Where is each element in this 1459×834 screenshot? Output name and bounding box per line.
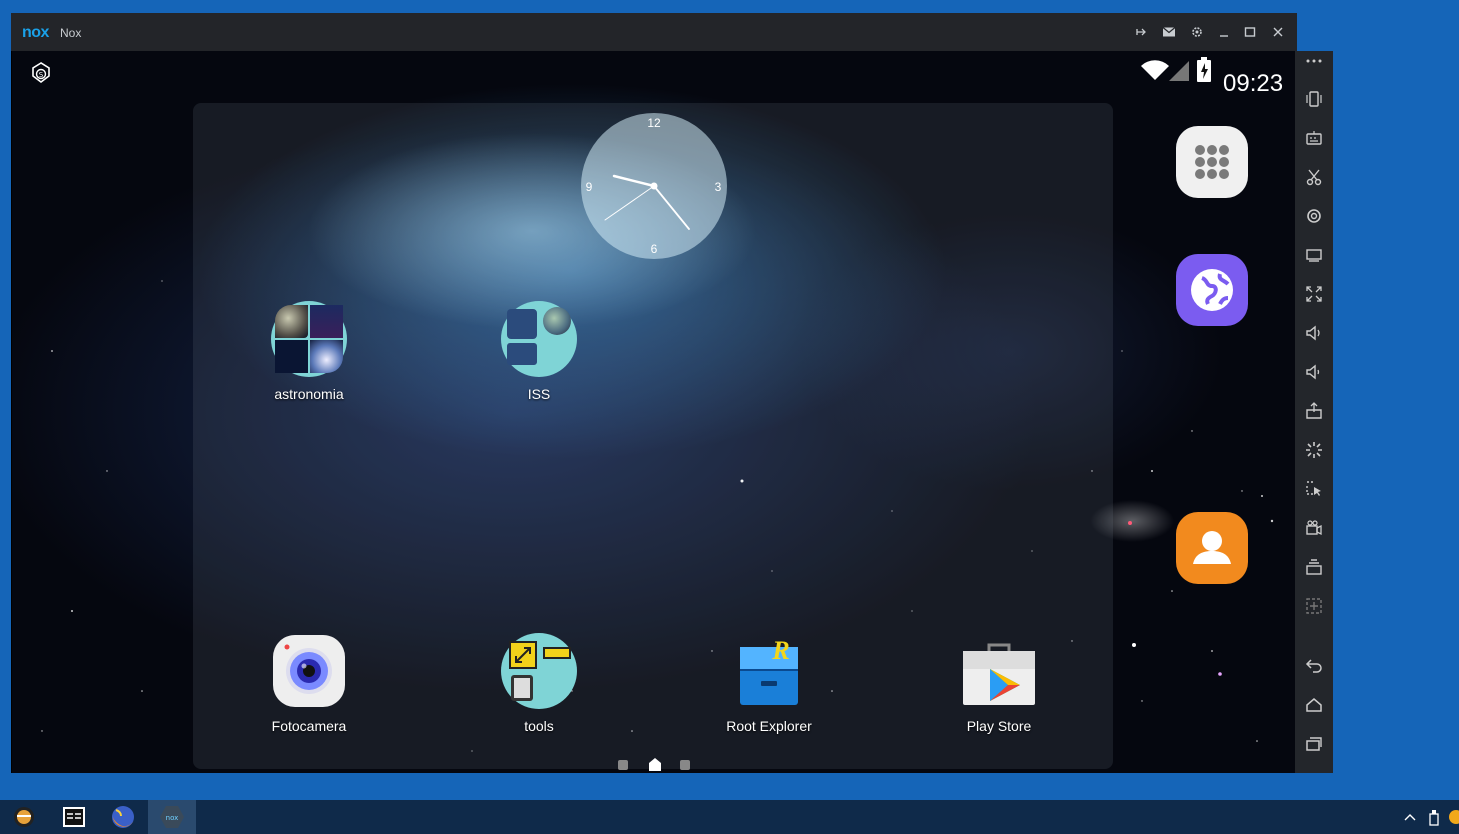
tools-folder-icon xyxy=(501,633,577,709)
app-play-store-label: Play Store xyxy=(966,718,1032,734)
app-astronomia[interactable]: astronomia xyxy=(234,301,384,402)
more-icon[interactable] xyxy=(1304,51,1324,71)
settings-icon[interactable] xyxy=(1187,22,1207,42)
shake-icon[interactable] xyxy=(1304,89,1324,109)
close-icon[interactable] xyxy=(1268,22,1288,42)
contacts-icon[interactable] xyxy=(1176,512,1248,584)
analog-clock-widget[interactable]: 12 3 6 9 xyxy=(581,113,727,259)
clock-3-label: 3 xyxy=(715,180,722,194)
app-root-explorer[interactable]: R Root Explorer xyxy=(694,633,844,734)
fullscreen-icon[interactable] xyxy=(1304,284,1324,304)
app-tools[interactable]: tools xyxy=(464,633,614,734)
minimize-icon[interactable] xyxy=(1214,22,1234,42)
app-astronomia-label: astronomia xyxy=(274,386,344,402)
signal-icon xyxy=(1167,59,1191,86)
record-icon[interactable] xyxy=(1304,518,1324,538)
home-page-indicator-icon[interactable] xyxy=(648,757,662,773)
shortcut-icon[interactable] xyxy=(1304,479,1324,499)
loading-icon[interactable] xyxy=(1304,440,1324,460)
svg-text:nox: nox xyxy=(166,814,179,822)
clock-9-label: 9 xyxy=(586,180,593,194)
apk-install-icon[interactable] xyxy=(1304,401,1324,421)
iss-folder-icon xyxy=(501,301,577,377)
recent-apps-icon[interactable] xyxy=(1304,734,1324,754)
android-screen[interactable]: S 09:23 12 3 6 9 astronomia ISS Fotocame… xyxy=(12,51,1296,773)
app-root-explorer-label: Root Explorer xyxy=(726,718,812,734)
astronomia-folder-icon xyxy=(271,301,347,377)
apps-grid-icon[interactable] xyxy=(1176,126,1248,198)
nox-icon[interactable]: nox xyxy=(148,800,196,834)
nox-shield-icon[interactable]: S xyxy=(30,61,52,90)
scissors-icon[interactable] xyxy=(1304,167,1324,187)
root-explorer-icon: R xyxy=(731,633,807,709)
back-icon[interactable] xyxy=(1304,656,1324,676)
mail-icon[interactable] xyxy=(1159,22,1179,42)
add-icon[interactable] xyxy=(1304,596,1324,616)
app-iss-label: ISS xyxy=(527,386,551,402)
maximize-icon[interactable] xyxy=(1240,22,1260,42)
svg-text:S: S xyxy=(39,71,44,79)
app-play-store[interactable]: Play Store xyxy=(924,633,1074,734)
keyboard-icon[interactable] xyxy=(1304,128,1324,148)
home-icon[interactable] xyxy=(1304,695,1324,715)
clock-12-label: 12 xyxy=(647,116,661,130)
firefox-icon[interactable] xyxy=(99,800,147,834)
screen-icon[interactable] xyxy=(1304,245,1324,265)
svg-text:R: R xyxy=(771,636,789,665)
page-indicator-3[interactable] xyxy=(680,760,690,770)
windows-taskbar: nox xyxy=(0,800,1459,834)
pin-icon[interactable] xyxy=(1131,22,1151,42)
wifi-icon xyxy=(1140,58,1170,87)
app-tools-label: tools xyxy=(524,718,554,734)
show-hidden-icons-icon[interactable] xyxy=(1398,800,1422,834)
browser-icon[interactable] xyxy=(1176,254,1248,326)
tray-app-icon[interactable] xyxy=(1446,800,1459,834)
battery-icon xyxy=(1196,57,1212,88)
nox-window: nox Nox S 09:23 12 3 6 9 astronomia ISS … xyxy=(11,13,1297,773)
location-icon[interactable] xyxy=(1304,206,1324,226)
camera-icon xyxy=(271,633,347,709)
nox-side-toolbar xyxy=(1295,51,1333,773)
clock-6-label: 6 xyxy=(651,242,658,256)
play-store-icon xyxy=(961,633,1037,709)
app-iss[interactable]: ISS xyxy=(464,301,614,402)
volume-down-icon[interactable] xyxy=(1304,362,1324,382)
usb-device-icon[interactable] xyxy=(1424,800,1444,834)
title-bar[interactable]: nox Nox xyxy=(11,13,1297,51)
app2-icon[interactable] xyxy=(50,800,98,834)
page-indicator-1[interactable] xyxy=(618,760,628,770)
app-fotocamera[interactable]: Fotocamera xyxy=(234,633,384,734)
app-fotocamera-label: Fotocamera xyxy=(271,718,347,734)
volume-up-icon[interactable] xyxy=(1304,323,1324,343)
multi-instance-icon[interactable] xyxy=(1304,557,1324,577)
app1-icon[interactable] xyxy=(0,800,48,834)
status-time: 09:23 xyxy=(1223,70,1284,97)
nox-logo: nox xyxy=(22,24,49,41)
window-title: Nox xyxy=(60,26,82,40)
